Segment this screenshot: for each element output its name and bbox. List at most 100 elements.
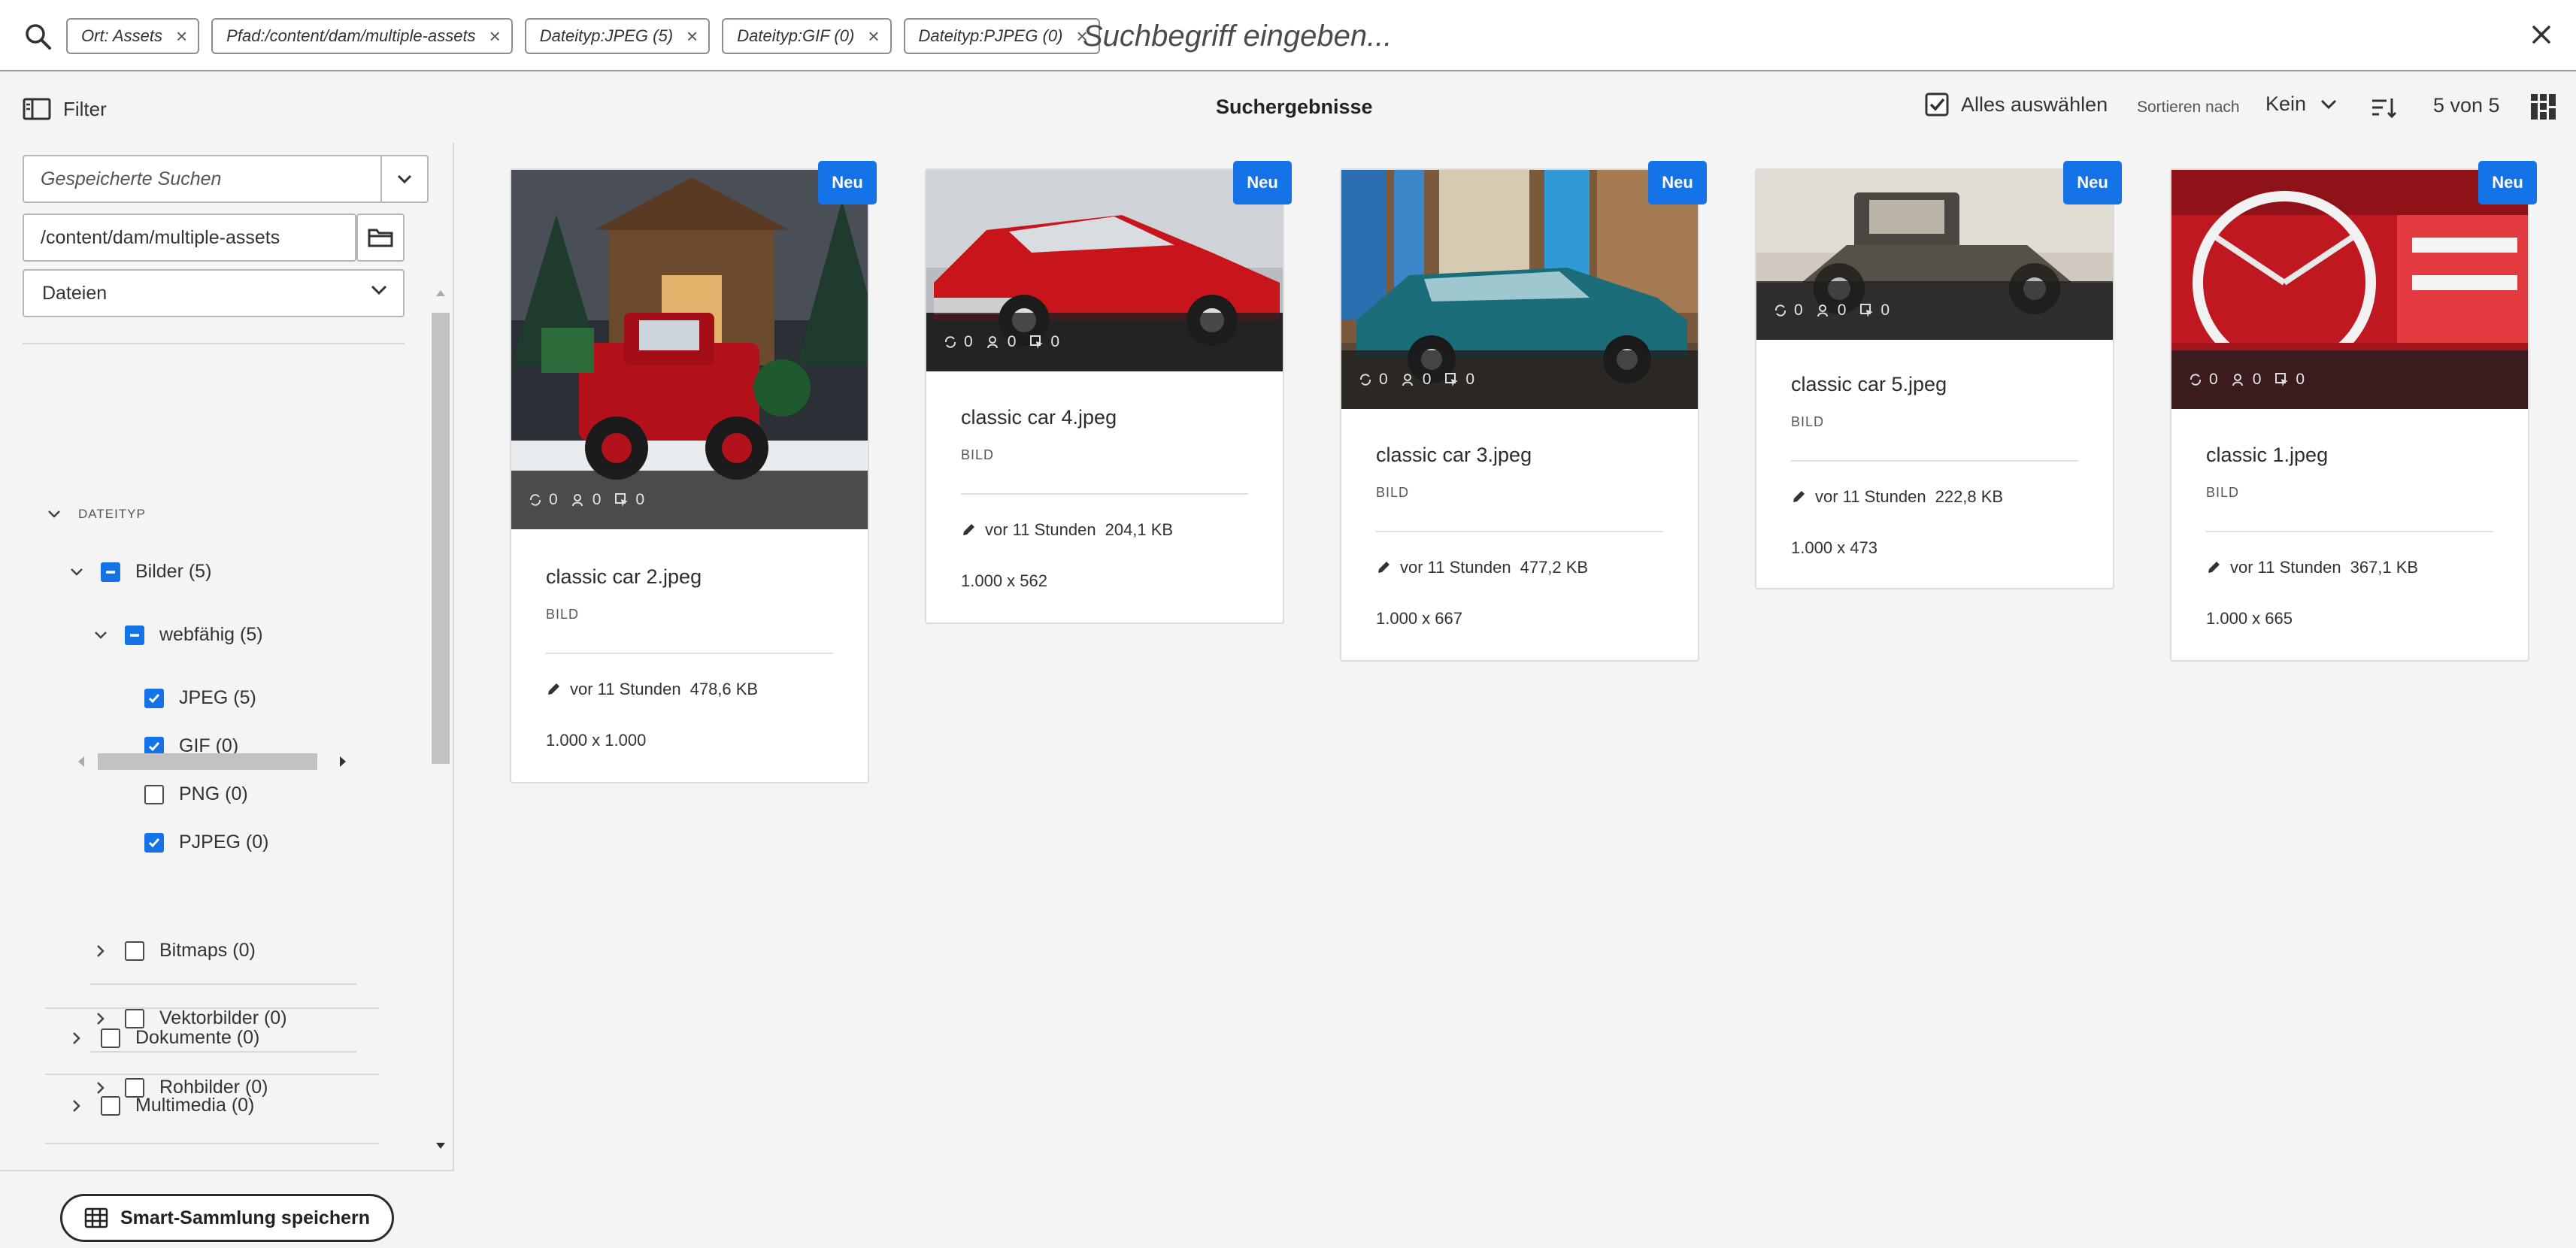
- asset-card[interactable]: 0 0 0 Neu classic car 2.jpeg BILD vor 11…: [510, 161, 877, 783]
- scroll-up-icon[interactable]: [435, 289, 447, 298]
- vertical-scrollbar[interactable]: [430, 218, 451, 1158]
- search-chip-path[interactable]: Pfad:/content/dam/multiple-assets ×: [211, 18, 513, 54]
- chevron-down-icon[interactable]: [90, 625, 111, 646]
- clicks-stat: 0: [614, 491, 644, 509]
- sync-icon: [1774, 304, 1787, 317]
- path-browser-button[interactable]: [356, 214, 405, 262]
- checkbox-checked-icon[interactable]: [144, 688, 164, 708]
- asset-thumbnail[interactable]: 0 0 0: [1756, 170, 2113, 340]
- saved-searches-placeholder: Gespeicherte Suchen: [41, 168, 222, 189]
- asset-name[interactable]: classic car 2.jpeg: [546, 565, 833, 589]
- asset-thumbnail[interactable]: 0 0 0: [2171, 170, 2528, 409]
- asset-card[interactable]: 0 0 0 Neu classic car 5.jpeg BILD vor 11…: [1755, 161, 2122, 589]
- search-chip-gif[interactable]: Dateityp:GIF (0) ×: [722, 18, 892, 54]
- clicks-stat: 0: [1444, 371, 1474, 389]
- search-chip-location[interactable]: Ort: Assets ×: [66, 18, 200, 54]
- asset-name[interactable]: classic car 5.jpeg: [1791, 373, 2078, 396]
- users-icon: [986, 336, 998, 349]
- select-all-button[interactable]: Alles auswählen: [1925, 92, 2108, 117]
- tree-item-pjpeg[interactable]: PJPEG (0): [144, 831, 268, 853]
- scroll-left-icon[interactable]: [75, 755, 87, 768]
- users-icon: [1402, 374, 1413, 386]
- saved-searches-toggle[interactable]: [380, 156, 427, 201]
- chevron-down-icon: [2320, 99, 2337, 109]
- stat-value: 0: [1465, 371, 1475, 388]
- asset-card[interactable]: 0 0 0 Neu classic car 3.jpeg BILD vor 11…: [1340, 161, 1707, 662]
- remove-chip-icon[interactable]: ×: [489, 25, 501, 48]
- tree-item-bilder[interactable]: Bilder (5): [66, 561, 211, 583]
- asset-name[interactable]: classic 1.jpeg: [2206, 444, 2493, 467]
- users-stat: 0: [986, 333, 1016, 351]
- checkbox-icon[interactable]: [125, 1008, 144, 1028]
- chevron-right-icon[interactable]: [66, 1028, 87, 1049]
- chevron-right-icon[interactable]: [90, 941, 111, 962]
- tree-label: Bilder (5): [135, 561, 212, 582]
- divider: [2206, 531, 2493, 532]
- search-chips: Ort: Assets × Pfad:/content/dam/multiple-…: [66, 18, 1112, 54]
- search-chip-pjpeg[interactable]: Dateityp:PJPEG (0) ×: [903, 18, 1100, 54]
- asset-stats-bar: 0 0 0: [1756, 281, 2113, 340]
- sort-direction-icon[interactable]: [2370, 94, 2397, 121]
- asset-thumbnail[interactable]: 0 0 0: [926, 170, 1283, 371]
- asset-card[interactable]: 0 0 0 Neu classic 1.jpeg BILD vor 11 Stu…: [2170, 161, 2537, 662]
- divider: [90, 983, 356, 985]
- chevron-right-icon[interactable]: [66, 1095, 87, 1116]
- new-badge: Neu: [2063, 161, 2122, 204]
- remove-chip-icon[interactable]: ×: [176, 25, 187, 48]
- tree-label: PJPEG (0): [179, 831, 269, 853]
- save-smart-collection-button[interactable]: Smart-Sammlung speichern: [60, 1194, 394, 1242]
- asset-name[interactable]: classic car 4.jpeg: [961, 406, 1248, 429]
- saved-searches-dropdown[interactable]: Gespeicherte Suchen: [23, 155, 429, 203]
- scrollbar-thumb[interactable]: [98, 753, 317, 770]
- asset-thumbnail[interactable]: 0 0 0: [1341, 170, 1698, 409]
- stat-value: 0: [2296, 371, 2305, 388]
- scroll-down-icon[interactable]: [435, 1141, 447, 1150]
- card-view-icon[interactable]: [2529, 92, 2558, 121]
- tree-item-bitmaps[interactable]: Bitmaps (0): [90, 940, 256, 962]
- asset-type: BILD: [2206, 485, 2240, 500]
- horizontal-scrollbar[interactable]: [75, 753, 353, 770]
- chip-label: Ort: Assets: [81, 26, 162, 45]
- file-size: 367,1 KB: [2350, 558, 2419, 577]
- divider: [45, 1007, 379, 1009]
- checkbox-icon[interactable]: [125, 941, 144, 961]
- chevron-right-icon[interactable]: [90, 1008, 111, 1029]
- tree-item-dokumente[interactable]: Dokumente (0): [66, 1027, 259, 1049]
- close-icon[interactable]: [2526, 20, 2556, 50]
- filter-toggle-button[interactable]: Filter: [23, 94, 107, 124]
- checkbox-checked-icon[interactable]: [144, 832, 164, 853]
- checkbox-partial-icon[interactable]: [125, 625, 144, 645]
- tree-item-webfaehig[interactable]: webfähig (5): [90, 624, 263, 646]
- checkbox-icon[interactable]: [144, 784, 164, 804]
- versions-stat: 0: [528, 491, 558, 509]
- tree-item-jpeg[interactable]: JPEG (5): [144, 687, 256, 709]
- scrollbar-thumb[interactable]: [432, 313, 450, 764]
- tree-item-png[interactable]: PNG (0): [144, 783, 248, 805]
- checkbox-icon[interactable]: [101, 1028, 120, 1048]
- asset-name[interactable]: classic car 3.jpeg: [1376, 444, 1663, 467]
- stat-value: 0: [549, 491, 558, 508]
- search-input[interactable]: [1083, 14, 2211, 59]
- sort-dropdown[interactable]: Kein: [2265, 92, 2338, 116]
- tree-item-vektorbilder[interactable]: Vektorbilder (0): [90, 1007, 287, 1029]
- rail-footer: Smart-Sammlung speichern: [0, 1170, 454, 1248]
- clicks-stat: 0: [1029, 333, 1059, 351]
- tree-label: JPEG (5): [179, 687, 256, 708]
- checkbox-partial-icon[interactable]: [101, 562, 120, 582]
- scroll-right-icon[interactable]: [337, 755, 349, 768]
- remove-chip-icon[interactable]: ×: [686, 25, 698, 48]
- section-dateityp[interactable]: DATEITYP: [44, 504, 146, 525]
- search-icon[interactable]: [23, 21, 53, 51]
- asset-card[interactable]: 0 0 0 Neu classic car 4.jpeg BILD vor 11…: [925, 161, 1292, 624]
- checkbox-icon[interactable]: [101, 1095, 120, 1116]
- divider: [1791, 460, 2078, 462]
- file-type-select[interactable]: Dateien: [23, 269, 405, 317]
- modified-time: vor 11 Stunden: [1815, 487, 1926, 506]
- remove-chip-icon[interactable]: ×: [868, 25, 879, 48]
- search-chip-jpeg[interactable]: Dateityp:JPEG (5) ×: [524, 18, 711, 54]
- path-field[interactable]: /content/dam/multiple-assets: [23, 214, 356, 262]
- modified-time: vor 11 Stunden: [1400, 558, 1511, 577]
- asset-thumbnail[interactable]: 0 0 0: [511, 170, 868, 529]
- chevron-down-icon[interactable]: [66, 562, 87, 583]
- tree-item-multimedia[interactable]: Multimedia (0): [66, 1095, 254, 1116]
